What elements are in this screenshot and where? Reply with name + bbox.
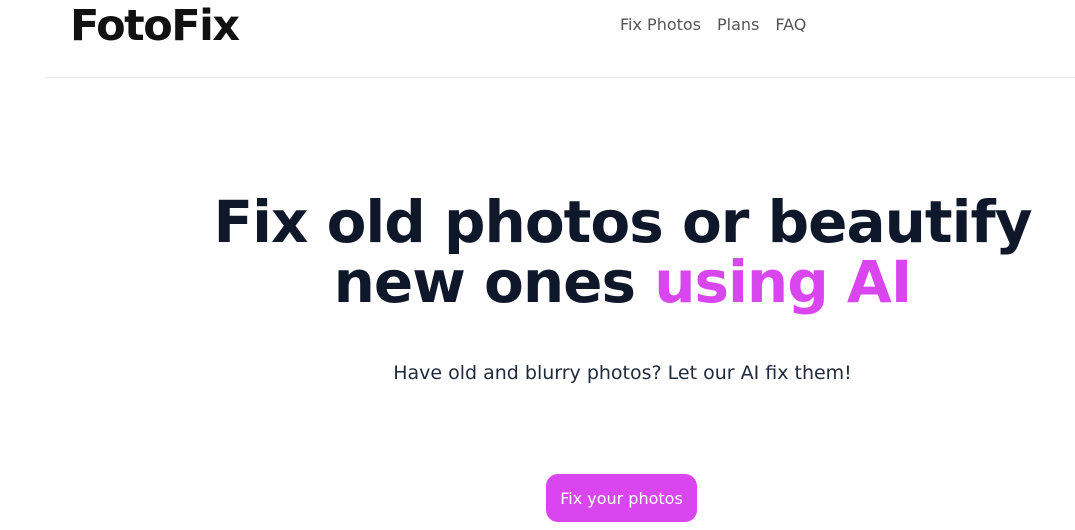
nav-link-plans[interactable]: Plans: [717, 14, 759, 36]
logo[interactable]: FotoFix: [70, 0, 240, 52]
hero-subtitle: Have old and blurry photos? Let our AI f…: [393, 362, 852, 384]
nav-link-faq[interactable]: FAQ: [775, 14, 806, 36]
main-nav: Fix Photos Plans FAQ: [620, 14, 806, 36]
header-divider: [46, 77, 1075, 78]
fix-photos-button[interactable]: Fix your photos: [546, 474, 697, 522]
page: FotoFix Fix Photos Plans FAQ Fix old pho…: [0, 0, 1075, 530]
hero-title-accent: using AI: [654, 248, 912, 316]
hero-title-line2: new ones: [333, 248, 655, 316]
nav-link-fix-photos[interactable]: Fix Photos: [620, 14, 701, 36]
hero-title: Fix old photos or beautify new ones usin…: [0, 192, 1075, 312]
hero-title-line1: Fix old photos or beautify: [213, 188, 1032, 256]
